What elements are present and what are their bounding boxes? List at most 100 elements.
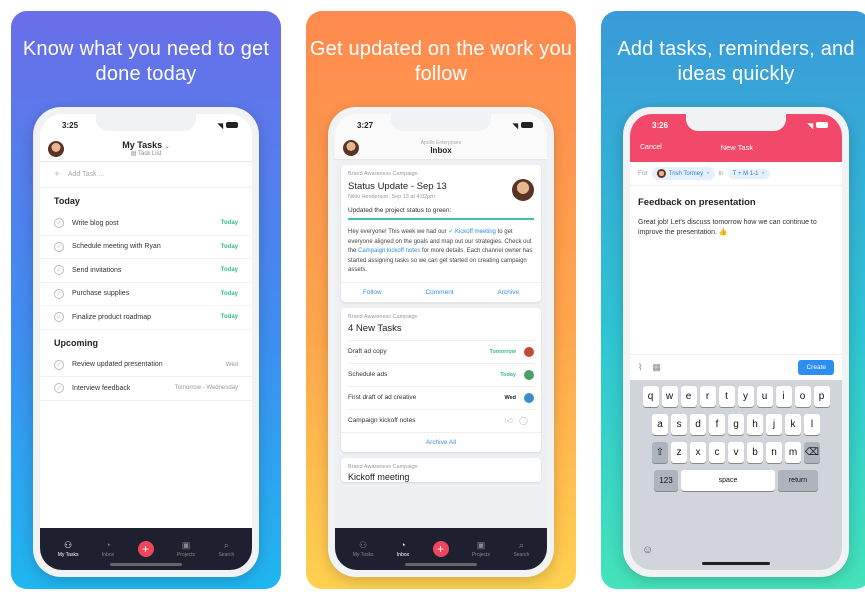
key[interactable]: d: [690, 414, 706, 435]
key[interactable]: l: [804, 414, 820, 435]
key[interactable]: n: [766, 442, 782, 463]
add-task-input[interactable]: + Add Task ...: [40, 162, 252, 188]
chevron-down-icon[interactable]: ⌄: [165, 144, 170, 150]
follow-button[interactable]: Follow: [363, 289, 382, 296]
add-button[interactable]: +: [137, 541, 154, 557]
key[interactable]: u: [756, 386, 773, 407]
kickoff-card[interactable]: Brand Awareness Campaign Kickoff meeting: [341, 457, 541, 482]
key[interactable]: w: [661, 386, 678, 407]
person-icon: ⚇: [64, 540, 73, 550]
key[interactable]: f: [709, 414, 725, 435]
checkmark-icon[interactable]: ✓: [54, 288, 64, 299]
comment-icon[interactable]: ◯: [519, 416, 528, 425]
task-name: Purchase supplies: [72, 290, 130, 298]
key[interactable]: h: [747, 414, 763, 435]
battery-icon: [226, 121, 238, 128]
key[interactable]: j: [766, 414, 782, 435]
numbers-key[interactable]: 123: [654, 470, 678, 491]
key[interactable]: x: [690, 442, 706, 463]
key[interactable]: g: [728, 414, 744, 435]
tab-search[interactable]: ⌕ Search: [513, 540, 529, 558]
wifi-icon: ◥: [807, 122, 813, 130]
task-due: Tomorrow: [489, 348, 516, 355]
key[interactable]: c: [709, 442, 725, 463]
key[interactable]: a: [652, 414, 668, 435]
task-row[interactable]: ✓ Interview feedback Tomorrow - Wednesday: [40, 377, 252, 401]
list-item[interactable]: First draft of ad creative Wed: [348, 385, 534, 409]
key[interactable]: b: [747, 442, 763, 463]
task-row[interactable]: ✓ Schedule meeting with Ryan Today: [40, 236, 252, 259]
return-key[interactable]: return: [778, 470, 818, 491]
list-item[interactable]: Draft ad copy Tomorrow: [348, 339, 534, 363]
key[interactable]: e: [680, 386, 697, 407]
tab-inbox[interactable]: ◔ Inbox: [397, 540, 409, 558]
checkmark-icon[interactable]: ✓: [54, 383, 64, 394]
task-due: Wed: [225, 361, 238, 368]
key[interactable]: p: [813, 386, 830, 407]
checkmark-icon[interactable]: ✓: [54, 312, 64, 323]
task-row[interactable]: ✓ Purchase supplies Today: [40, 283, 252, 306]
task-row[interactable]: ✓ Write blog post Today: [40, 212, 252, 236]
space-key[interactable]: space: [681, 470, 775, 491]
key[interactable]: q: [642, 386, 659, 407]
key[interactable]: k: [785, 414, 801, 435]
tab-inbox[interactable]: ◔ Inbox: [102, 540, 114, 558]
checkmark-icon[interactable]: ✓: [54, 265, 64, 276]
key[interactable]: m: [785, 442, 801, 463]
calendar-icon[interactable]: ▦: [652, 362, 661, 373]
avatar[interactable]: [48, 140, 64, 157]
task-description-field[interactable]: Great job! Let's discuss tomorrow how we…: [630, 214, 842, 242]
card-actions: Follow Comment Archive: [341, 281, 541, 302]
status-update-card[interactable]: Brand Awareness Campaign Status Update -…: [341, 165, 541, 302]
cancel-button[interactable]: Cancel: [640, 144, 662, 151]
emoji-icon[interactable]: ☺: [642, 544, 653, 556]
archive-all-button[interactable]: Archive All: [341, 431, 541, 452]
thumbs-up-icon[interactable]: 👍︎: [505, 416, 513, 426]
page-title: New Task: [720, 142, 754, 152]
key[interactable]: r: [699, 386, 716, 407]
tab-my-tasks[interactable]: ⚇ My Tasks: [58, 540, 79, 558]
list-item[interactable]: Campaign kickoff notes 👍︎ ◯: [348, 408, 534, 432]
new-tasks-card[interactable]: Brand Awareness Campaign 4 New Tasks Dra…: [341, 307, 541, 452]
task-row[interactable]: ✓ Review updated presentation Wed: [40, 354, 252, 377]
key[interactable]: t: [718, 386, 735, 407]
close-icon[interactable]: ×: [761, 171, 765, 177]
key[interactable]: z: [671, 442, 687, 463]
checkmark-icon[interactable]: ✓: [54, 218, 64, 229]
shift-key[interactable]: ⇧: [652, 442, 668, 463]
key[interactable]: s: [671, 414, 687, 435]
list-item[interactable]: Schedule ads Today: [348, 362, 534, 386]
archive-button[interactable]: Archive: [497, 289, 519, 296]
key[interactable]: v: [728, 442, 744, 463]
add-button[interactable]: +: [432, 541, 449, 557]
avatar[interactable]: [343, 139, 359, 156]
key[interactable]: o: [794, 386, 811, 407]
kickoff-meeting-link[interactable]: ✓ Kickoff meeting: [448, 229, 496, 235]
task-row[interactable]: ✓ Send invitations Today: [40, 259, 252, 283]
key[interactable]: y: [737, 386, 754, 407]
task-row[interactable]: ✓ Finalize product roadmap Today: [40, 306, 252, 330]
tab-projects[interactable]: ▣ Projects: [472, 540, 490, 558]
tab-projects[interactable]: ▣ Projects: [177, 540, 195, 558]
key[interactable]: i: [775, 386, 792, 407]
comment-button[interactable]: Comment: [425, 289, 453, 296]
project-chip[interactable]: T + M 1-1 ×: [727, 168, 770, 179]
body-text: Hey everyone! This week we had our: [348, 229, 449, 235]
checkmark-icon[interactable]: ✓: [54, 359, 64, 370]
phone-frame: 3:26 ◥ Cancel New Task For Trish Tormey ×…: [623, 107, 849, 577]
tab-bar: ⚇ My Tasks ◔ Inbox + ▣ Projects ⌕ Search: [335, 528, 547, 570]
create-button[interactable]: Create: [798, 360, 834, 375]
task-due: Today: [500, 371, 516, 378]
avatar: [524, 392, 534, 403]
tab-my-tasks[interactable]: ⚇ My Tasks: [353, 540, 374, 558]
close-icon[interactable]: ×: [706, 171, 710, 177]
backspace-key[interactable]: ⌫: [804, 442, 820, 463]
paperclip-icon[interactable]: ⌇: [638, 362, 642, 373]
tab-search[interactable]: ⌕ Search: [218, 540, 234, 558]
task-due: Today: [220, 314, 238, 321]
page-title[interactable]: My Tasks: [122, 140, 162, 150]
kickoff-notes-link[interactable]: Campaign kickoff notes: [358, 248, 420, 254]
task-title-field[interactable]: Feedback on presentation: [630, 186, 842, 214]
checkmark-icon[interactable]: ✓: [54, 241, 64, 252]
assignee-chip[interactable]: Trish Tormey ×: [651, 167, 715, 180]
